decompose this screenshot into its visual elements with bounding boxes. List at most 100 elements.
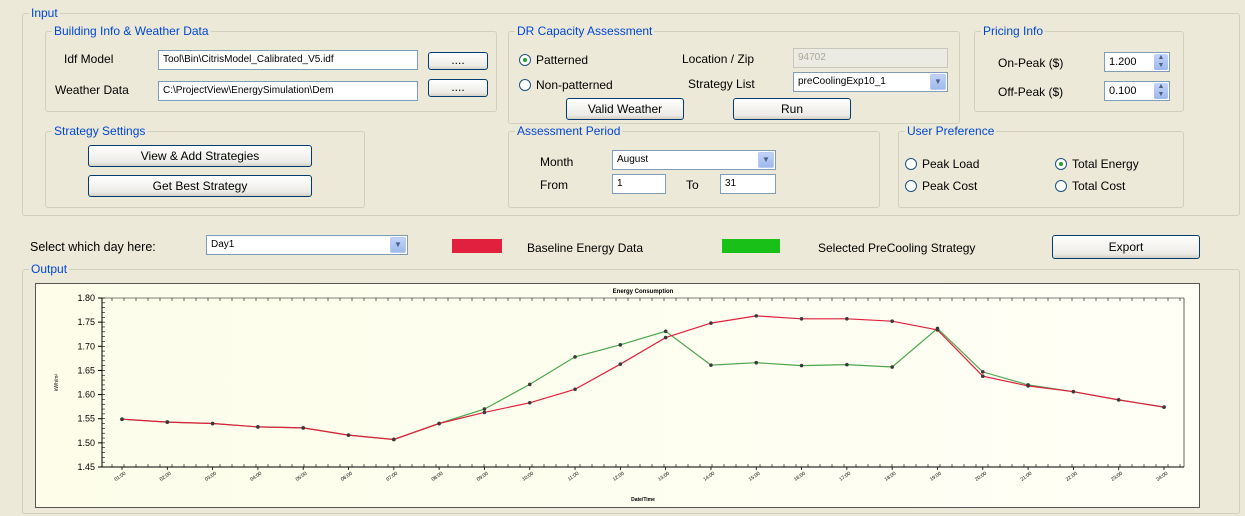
strategy-list-select[interactable]: preCoolingExp10_1 ▼ xyxy=(793,72,948,92)
baseline-data-point xyxy=(618,362,623,366)
precooling-data-point xyxy=(663,329,668,334)
baseline-data-point xyxy=(392,437,396,442)
baseline-data-point xyxy=(527,400,532,405)
offpeak-value: 0.100 xyxy=(1109,85,1137,97)
x-tick-label: 04:00 xyxy=(249,471,263,483)
selected-legend-label: Selected PreCooling Strategy xyxy=(818,241,976,255)
output-group-legend: Output xyxy=(31,262,68,276)
total-cost-radio-dot xyxy=(1055,180,1067,192)
idf-browse-button[interactable]: .... xyxy=(428,52,488,70)
selected-legend-swatch xyxy=(722,239,780,253)
x-tick-label: 02:00 xyxy=(159,471,173,483)
baseline-data-point xyxy=(437,421,441,426)
y-tick-label: 1.60 xyxy=(77,390,95,400)
dr-capacity-legend: DR Capacity Assessment xyxy=(517,24,653,38)
precooling-data-point xyxy=(799,363,804,368)
precooling-series-line xyxy=(121,327,1165,441)
from-label: From xyxy=(540,178,568,192)
month-label: Month xyxy=(540,155,574,169)
baseline-data-point xyxy=(573,387,577,392)
x-axis-label: Date/Time xyxy=(631,497,655,503)
precooling-data-point xyxy=(709,363,713,367)
x-tick-label: 06:00 xyxy=(340,471,354,483)
chart-area: Energy Consumption 1.45 1.50 1.55 1.60 1.65 1.… xyxy=(35,283,1200,508)
peak-cost-label: Peak Cost xyxy=(922,179,978,193)
patterned-radio-label: Patterned xyxy=(536,53,589,67)
baseline-data-point xyxy=(346,433,351,437)
weather-data-field[interactable]: C:\ProjectView\EnergySimulation\Dem xyxy=(158,81,418,101)
x-tick-label: 18:00 xyxy=(884,471,898,483)
baseline-data-point xyxy=(301,426,306,430)
idf-model-field[interactable]: Tool\Bin\CitrisModel_Calibrated_V5.idf xyxy=(158,50,418,70)
nonpatterned-radio[interactable]: Non-patterned xyxy=(519,78,613,92)
baseline-data-point xyxy=(1116,398,1121,402)
spinner-arrows-icon[interactable]: ▲ ▼ xyxy=(1154,83,1168,99)
nonpatterned-radio-label: Non-patterned xyxy=(536,78,613,92)
baseline-legend-swatch xyxy=(452,239,502,253)
total-cost-radio[interactable]: Total Cost xyxy=(1055,179,1125,193)
x-tick-label: 03:00 xyxy=(204,471,218,483)
baseline-data-point xyxy=(663,335,668,340)
x-tick-label: 21:00 xyxy=(1020,471,1034,483)
y-tick-label: 1.70 xyxy=(77,341,95,351)
chart-title: Energy Consumption xyxy=(613,289,674,295)
get-best-strategy-button[interactable]: Get Best Strategy xyxy=(88,175,312,197)
location-zip-label: Location / Zip xyxy=(682,52,755,66)
energy-consumption-chart: Energy Consumption 1.45 1.50 1.55 1.60 1.65 1.… xyxy=(54,289,1185,503)
precooling-data-point xyxy=(527,382,532,387)
y-tick-label: 1.50 xyxy=(77,438,95,448)
patterned-radio[interactable]: Patterned xyxy=(519,53,588,67)
x-tick-label: 22:00 xyxy=(1065,471,1079,483)
export-button[interactable]: Export xyxy=(1052,235,1200,259)
day-select-value: Day1 xyxy=(211,239,235,250)
weather-browse-button[interactable]: .... xyxy=(428,79,488,97)
y-tick-label: 1.65 xyxy=(77,365,95,375)
x-tick-label: 15:00 xyxy=(748,471,762,483)
y-tick-label: 1.75 xyxy=(77,317,95,327)
chevron-down-icon: ▼ xyxy=(758,152,774,168)
x-tick-label: 09:00 xyxy=(476,471,490,483)
offpeak-spinner[interactable]: 0.100 ▲ ▼ xyxy=(1104,81,1170,101)
day-select-label: Select which day here: xyxy=(30,240,156,254)
baseline-data-point xyxy=(1071,389,1076,394)
spinner-arrows-icon[interactable]: ▲ ▼ xyxy=(1154,54,1168,70)
idf-model-label: Idf Model xyxy=(64,52,114,66)
building-info-legend: Building Info & Weather Data xyxy=(54,24,209,38)
location-zip-field[interactable]: 94702 xyxy=(793,48,948,68)
baseline-data-point xyxy=(165,420,170,424)
peak-load-radio[interactable]: Peak Load xyxy=(905,157,979,171)
day-select[interactable]: Day1 ▼ xyxy=(206,235,408,255)
view-add-strategies-button[interactable]: View & Add Strategies xyxy=(88,145,312,167)
peak-load-label: Peak Load xyxy=(922,157,980,171)
peak-cost-radio[interactable]: Peak Cost xyxy=(905,179,977,193)
weather-data-label: Weather Data xyxy=(55,83,129,97)
x-tick-label: 08:00 xyxy=(431,471,445,483)
x-tick-label: 14:00 xyxy=(702,471,716,483)
offpeak-label: Off-Peak ($) xyxy=(998,85,1064,99)
from-day-field[interactable]: 1 xyxy=(612,174,666,194)
onpeak-value: 1.200 xyxy=(1109,56,1137,68)
nonpatterned-radio-dot xyxy=(519,79,531,91)
to-day-field[interactable]: 31 xyxy=(720,174,776,194)
onpeak-label: On-Peak ($) xyxy=(998,56,1064,70)
valid-weather-button[interactable]: Valid Weather xyxy=(566,98,684,120)
baseline-data-point xyxy=(482,410,487,415)
total-energy-radio[interactable]: Total Energy xyxy=(1055,157,1139,171)
peak-load-radio-dot xyxy=(905,158,917,170)
x-tick-label: 17:00 xyxy=(838,471,852,483)
total-cost-label: Total Cost xyxy=(1072,179,1126,193)
month-select[interactable]: August ▼ xyxy=(612,150,776,170)
pricing-info-legend: Pricing Info xyxy=(983,24,1044,38)
baseline-data-point xyxy=(120,417,124,421)
precooling-data-point xyxy=(980,370,985,374)
x-tick-label: 05:00 xyxy=(295,471,309,483)
x-tick-label: 24:00 xyxy=(1155,471,1169,483)
x-tick-label: 19:00 xyxy=(929,471,943,483)
x-tick-label: 23:00 xyxy=(1110,471,1124,483)
onpeak-spinner[interactable]: 1.200 ▲ ▼ xyxy=(1104,52,1170,72)
y-axis-label: kWh/m² xyxy=(54,374,60,392)
baseline-data-point xyxy=(799,316,804,321)
baseline-series-line xyxy=(121,315,1165,441)
run-button[interactable]: Run xyxy=(733,98,851,120)
precooling-data-point xyxy=(573,355,577,359)
